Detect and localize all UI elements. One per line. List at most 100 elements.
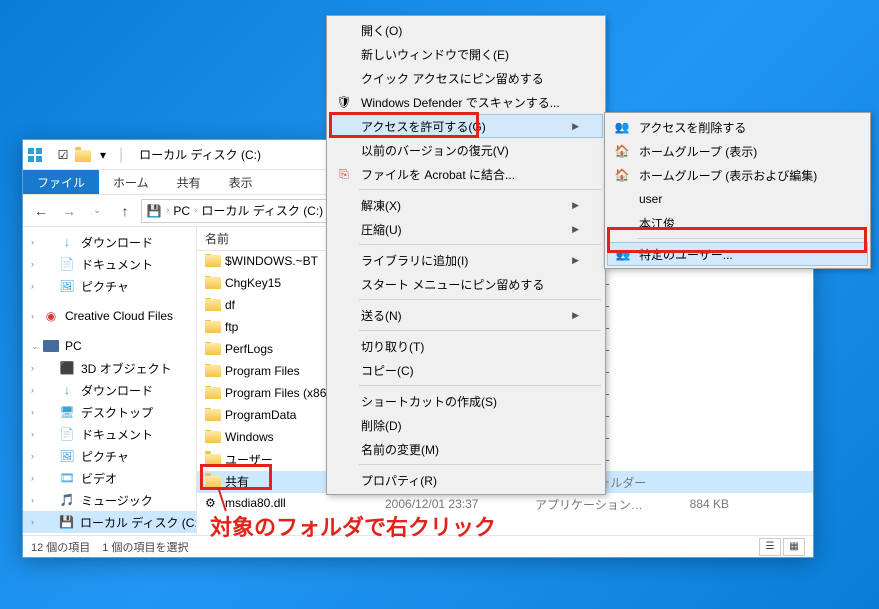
submenu-user-2[interactable]: 本江俊 xyxy=(607,211,868,235)
crumb-pc[interactable]: PC xyxy=(173,204,190,218)
navigation-pane: ↓ダウンロード› 📄ドキュメント› 🖼ピクチャ› ◉Creative Cloud… xyxy=(23,227,197,535)
menu-delete[interactable]: 削除(D) xyxy=(329,413,603,437)
menu-send-to[interactable]: 送る(N)▶ xyxy=(329,303,603,327)
nav-up-button[interactable]: ↑ xyxy=(113,199,137,223)
status-selected: 1 個の項目を選択 xyxy=(102,539,188,555)
window-title: ローカル ディスク (C:) xyxy=(139,146,261,163)
nav-documents[interactable]: 📄ドキュメント› xyxy=(23,253,196,275)
menu-previous-versions[interactable]: 以前のバージョンの復元(V) xyxy=(329,138,603,162)
file-name: Windows xyxy=(225,430,274,444)
shield-icon: 🛡 xyxy=(335,93,353,111)
separator xyxy=(359,299,601,300)
separator xyxy=(359,385,601,386)
folder-icon xyxy=(205,408,221,424)
nav-downloads-2[interactable]: ↓ダウンロード› xyxy=(23,379,196,401)
annotation-text: 対象のフォルダで右クリック xyxy=(210,510,496,542)
nav-pictures-2[interactable]: 🖼ピクチャ› xyxy=(23,445,196,467)
chevron-right-icon: ▶ xyxy=(572,200,579,211)
separator xyxy=(359,464,601,465)
menu-defender-scan[interactable]: 🛡Windows Defender でスキャンする... xyxy=(329,90,603,114)
nav-music[interactable]: 🎵ミュージック› xyxy=(23,489,196,511)
nav-c-drive[interactable]: 💾ローカル ディスク (C:)› xyxy=(23,511,196,533)
file-name: 共有 xyxy=(225,475,249,489)
menu-rename[interactable]: 名前の変更(M) xyxy=(329,437,603,461)
menu-cut[interactable]: 切り取り(T) xyxy=(329,334,603,358)
nav-desktop[interactable]: 🖥デスクトップ› xyxy=(23,401,196,423)
nav-3d-objects[interactable]: ⬛3D オブジェクト› xyxy=(23,357,196,379)
file-name: Program Files xyxy=(225,364,300,378)
menu-extract[interactable]: 解凍(X)▶ xyxy=(329,193,603,217)
music-icon: 🎵 xyxy=(59,492,75,508)
submenu-homegroup-edit[interactable]: 🏠ホームグループ (表示および編集) xyxy=(607,163,868,187)
separator xyxy=(359,330,601,331)
view-details-button[interactable]: ☰ xyxy=(759,538,781,556)
chevron-right-icon: ▶ xyxy=(572,121,579,132)
status-count: 12 個の項目 xyxy=(31,539,90,555)
chevron-right-icon: ▶ xyxy=(572,224,579,235)
folder-icon xyxy=(205,254,221,270)
nav-pc[interactable]: PC⌄ xyxy=(23,335,196,357)
menu-open-new-window[interactable]: 新しいウィンドウで開く(E) xyxy=(329,42,603,66)
file-name: $WINDOWS.~BT xyxy=(225,254,318,268)
file-name: PerfLogs xyxy=(225,342,273,356)
app-icon xyxy=(27,147,43,163)
nav-recent-icon[interactable]: ⌄ xyxy=(85,199,109,223)
chevron-right-icon: ▶ xyxy=(572,310,579,321)
context-submenu: 👥アクセスを削除する 🏠ホームグループ (表示) 🏠ホームグループ (表示および… xyxy=(604,112,871,269)
nav-dvd[interactable]: 💿DVD RW ドライブ› xyxy=(23,533,196,535)
menu-pin-start[interactable]: スタート メニューにピン留めする xyxy=(329,272,603,296)
drive-icon: 💾 xyxy=(146,203,162,219)
nav-pictures[interactable]: 🖼ピクチャ› xyxy=(23,275,196,297)
nav-documents-2[interactable]: 📄ドキュメント› xyxy=(23,423,196,445)
video-icon: 🎞 xyxy=(59,470,75,486)
submenu-specific-user[interactable]: 👥特定のユーザー... xyxy=(607,242,868,266)
chevron-right-icon: › xyxy=(194,205,197,216)
submenu-user[interactable]: user xyxy=(607,187,868,211)
folder-icon xyxy=(205,430,221,446)
separator xyxy=(359,244,601,245)
folder-icon xyxy=(205,298,221,314)
people-icon: 👥 xyxy=(614,245,632,263)
tab-file[interactable]: ファイル xyxy=(23,170,99,194)
separator xyxy=(637,238,866,239)
folder-icon xyxy=(75,147,91,163)
download-icon: ↓ xyxy=(59,234,75,250)
menu-grant-access[interactable]: アクセスを許可する(G)▶ xyxy=(329,114,603,138)
folder-icon xyxy=(205,320,221,336)
pc-icon xyxy=(43,338,59,354)
file-name: df xyxy=(225,298,235,312)
tab-home[interactable]: ホーム xyxy=(99,170,163,194)
folder-icon xyxy=(205,475,221,491)
menu-properties[interactable]: プロパティ(R) xyxy=(329,468,603,492)
nav-videos[interactable]: 🎞ビデオ› xyxy=(23,467,196,489)
menu-pin-quick-access[interactable]: クイック アクセスにピン留めする xyxy=(329,66,603,90)
nav-downloads[interactable]: ↓ダウンロード› xyxy=(23,231,196,253)
homegroup-icon: 🏠 xyxy=(613,142,631,160)
menu-acrobat-combine[interactable]: ⎘ファイルを Acrobat に結合... xyxy=(329,162,603,186)
file-type: アプリケーション拡張 xyxy=(527,496,657,513)
pdf-icon: ⎘ xyxy=(335,165,353,183)
menu-compress[interactable]: 圧縮(U)▶ xyxy=(329,217,603,241)
tab-view[interactable]: 表示 xyxy=(215,170,267,194)
menu-open[interactable]: 開く(O) xyxy=(329,18,603,42)
submenu-homegroup-view[interactable]: 🏠ホームグループ (表示) xyxy=(607,139,868,163)
menu-create-shortcut[interactable]: ショートカットの作成(S) xyxy=(329,389,603,413)
folder-icon xyxy=(205,342,221,358)
view-icons-button[interactable]: ▦ xyxy=(783,538,805,556)
file-name: ProgramData xyxy=(225,408,296,422)
tab-share[interactable]: 共有 xyxy=(163,170,215,194)
context-menu: 開く(O) 新しいウィンドウで開く(E) クイック アクセスにピン留めする 🛡W… xyxy=(326,15,606,495)
submenu-remove-access[interactable]: 👥アクセスを削除する xyxy=(607,115,868,139)
menu-copy[interactable]: コピー(C) xyxy=(329,358,603,382)
crumb-drive[interactable]: ローカル ディスク (C:) xyxy=(201,202,323,219)
nav-back-button[interactable]: ← xyxy=(29,199,53,223)
folder-icon xyxy=(205,453,221,469)
nav-creative-cloud[interactable]: ◉Creative Cloud Files› xyxy=(23,305,196,327)
qat-properties-icon[interactable]: ☑ xyxy=(55,147,71,163)
nav-forward-button[interactable]: → xyxy=(57,199,81,223)
qat-dropdown-icon[interactable]: ▾ xyxy=(95,147,111,163)
menu-add-library[interactable]: ライブラリに追加(I)▶ xyxy=(329,248,603,272)
file-name: ユーザー xyxy=(225,453,273,467)
chevron-right-icon: › xyxy=(166,205,169,216)
folder-icon xyxy=(205,364,221,380)
